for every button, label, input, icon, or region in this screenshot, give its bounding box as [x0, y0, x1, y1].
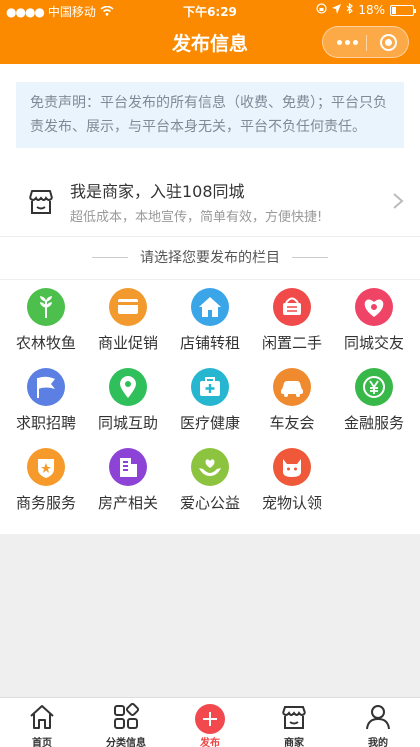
shop-icon: [280, 703, 308, 731]
merchant-subtitle: 超低成本，本地宣传，简单有效，方便快捷!: [70, 210, 323, 225]
category-item[interactable]: 金融服务: [332, 368, 416, 446]
flag-icon: [27, 368, 65, 406]
mini-program-capsule[interactable]: [322, 26, 409, 58]
category-item[interactable]: 闲置二手: [250, 288, 334, 366]
category-label: 金融服务: [343, 414, 404, 432]
hands-icon: [191, 448, 229, 486]
category-label: 商务服务: [15, 494, 76, 512]
category-item[interactable]: 求职招聘: [4, 368, 88, 446]
medkit-icon: [191, 368, 229, 406]
category-item[interactable]: 农林牧鱼: [4, 288, 88, 366]
lock-rotation-icon: [316, 3, 327, 17]
category-label: 同城互助: [97, 414, 158, 432]
category-label: 农林牧鱼: [15, 334, 76, 352]
wheat-icon: [27, 288, 65, 326]
tab-label-categories: 分类信息: [106, 738, 146, 747]
building-icon: [109, 448, 147, 486]
category-label: 闲置二手: [261, 334, 322, 352]
chevron-right-icon: [392, 192, 404, 210]
tab-label-publish: 发布: [200, 738, 220, 747]
card-icon: [109, 288, 147, 326]
heart-icon: [355, 288, 393, 326]
main-content: 免责声明：平台发布的所有信息（收费、免费）；平台只负责发布、展示，与平台本身无关…: [0, 64, 420, 534]
basket-icon: [273, 288, 311, 326]
tab-bar: 首页 分类信息 发布 商家 我的: [0, 697, 420, 747]
category-item[interactable]: 车友会: [250, 368, 334, 446]
yen-icon: [355, 368, 393, 406]
category-label: 求职招聘: [15, 414, 76, 432]
tab-merchants[interactable]: 商家: [252, 698, 336, 747]
category-item[interactable]: 商业促销: [86, 288, 170, 366]
category-label: 店铺转租: [179, 334, 240, 352]
merchant-title: 我是商家，入驻108同城: [70, 182, 245, 201]
tab-label-mine: 我的: [368, 738, 388, 747]
section-header: 请选择您要发布的栏目: [0, 245, 420, 273]
bluetooth-icon: [346, 2, 354, 17]
tab-home[interactable]: 首页: [0, 698, 84, 747]
tab-label-merchants: 商家: [284, 738, 304, 747]
category-item[interactable]: 店铺转租: [168, 288, 252, 366]
category-label: 车友会: [269, 414, 315, 432]
shop-icon: [26, 187, 56, 217]
divider: [0, 279, 420, 280]
category-label: 爱心公益: [179, 494, 240, 512]
location-icon: [332, 3, 342, 17]
tab-label-home: 首页: [32, 738, 52, 747]
category-label: 医疗健康: [179, 414, 240, 432]
category-item[interactable]: 宠物认领: [250, 448, 334, 526]
user-icon: [364, 703, 392, 731]
category-item[interactable]: 爱心公益: [168, 448, 252, 526]
tab-mine[interactable]: 我的: [336, 698, 420, 747]
battery-percent: 18%: [358, 3, 385, 17]
category-label: 同城交友: [343, 334, 404, 352]
disclaimer-notice: 免责声明：平台发布的所有信息（收费、免费）；平台只负责发布、展示，与平台本身无关…: [16, 82, 404, 148]
grid-icon: [112, 702, 140, 731]
category-label: 商业促销: [97, 334, 158, 352]
category-item[interactable]: 同城交友: [332, 288, 416, 366]
merchant-join-banner[interactable]: 我是商家，入驻108同城 超低成本，本地宣传，简单有效，方便快捷!: [0, 165, 420, 237]
category-item[interactable]: 同城互助: [86, 368, 170, 446]
badge-icon: [27, 448, 65, 486]
close-target-icon[interactable]: [380, 34, 397, 51]
cat-icon: [273, 448, 311, 486]
category-label: 宠物认领: [261, 494, 322, 512]
house-icon: [191, 288, 229, 326]
car-icon: [273, 368, 311, 406]
tab-publish[interactable]: 发布: [168, 698, 252, 747]
plus-icon: [195, 704, 225, 734]
section-title: 请选择您要发布的栏目: [140, 250, 280, 266]
battery-icon: [390, 4, 416, 16]
category-label: 房产相关: [97, 494, 158, 512]
category-item[interactable]: 商务服务: [4, 448, 88, 526]
nav-bar: 发布信息: [0, 20, 420, 64]
category-item[interactable]: 房产相关: [86, 448, 170, 526]
status-bar: ●●●● 中国移动 下午6:29 18%: [0, 0, 420, 20]
pin-icon: [109, 368, 147, 406]
tab-categories[interactable]: 分类信息: [84, 698, 168, 747]
more-icon[interactable]: [337, 40, 358, 45]
home-icon: [28, 703, 56, 731]
category-item[interactable]: 医疗健康: [168, 368, 252, 446]
